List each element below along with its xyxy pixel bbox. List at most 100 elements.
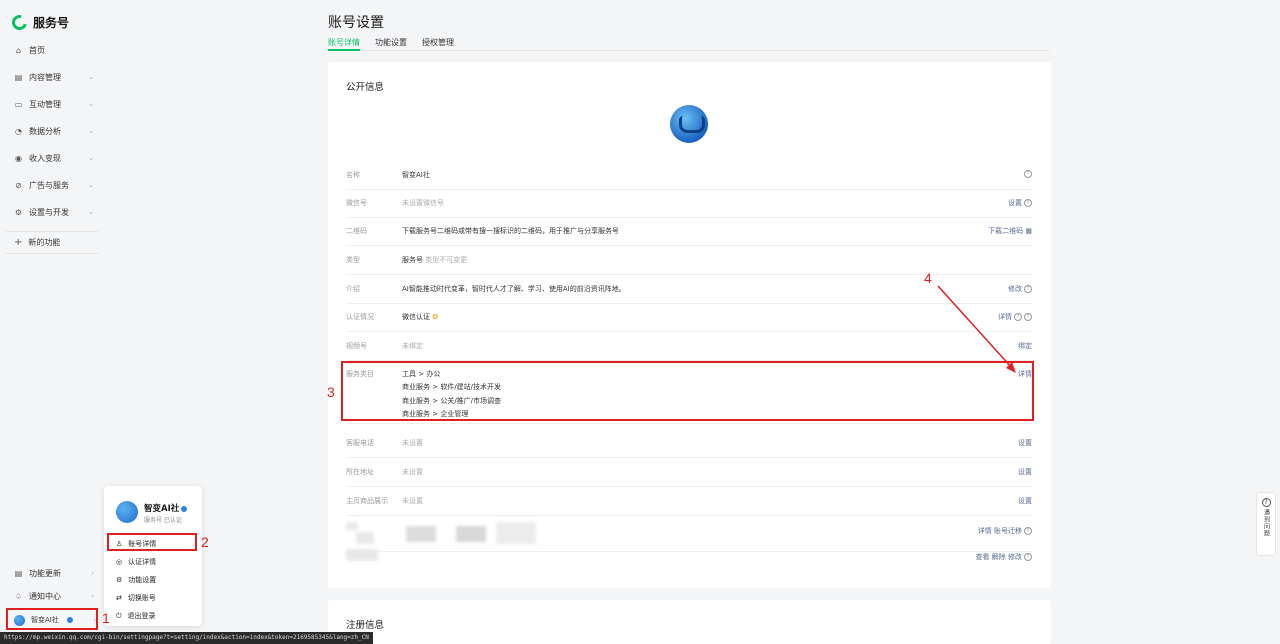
row-value: 微信认证 ✪	[402, 312, 438, 322]
annotation-2: 2	[201, 534, 209, 550]
row-name: 名称 智变AI社 ?	[346, 170, 1032, 190]
menu-item-label: 切换账号	[127, 594, 156, 602]
sidebar-item-label: 内容管理	[29, 72, 61, 82]
annotation-3: 3	[327, 384, 335, 400]
row-label: 主页商品展示	[346, 497, 388, 505]
sidebar-item-settings[interactable]: ⚙ 设置与开发 ⌄	[8, 202, 100, 222]
action-label: 详情 账号迁移	[977, 527, 1022, 535]
chat-icon: ▭	[14, 99, 23, 109]
row-label: 名称	[346, 171, 360, 179]
verify-details-link[interactable]: 详情??	[998, 312, 1032, 322]
sidebar-item-income[interactable]: ◉ 收入变现 ⌄	[8, 148, 100, 168]
brand[interactable]: 服务号	[9, 11, 69, 33]
redacted-block	[346, 549, 378, 561]
type-value: 服务号	[402, 256, 423, 264]
help-icon[interactable]: ?	[1024, 527, 1032, 535]
row-value: 未设置微信号	[402, 199, 444, 207]
highlight-box-1	[6, 608, 98, 630]
set-phone-link[interactable]: 设置	[1018, 438, 1032, 448]
row-label: 类型	[346, 256, 360, 264]
action-label: 下载二维码	[988, 227, 1024, 235]
popup-account-name-row: 智变AI社	[144, 502, 188, 514]
row-channel: 视频号 未绑定 绑定	[346, 341, 1032, 361]
help-float-button[interactable]: ? 遇到问题	[1256, 492, 1276, 556]
check-circle-icon: ◎	[116, 558, 123, 566]
menu-item-verify-details[interactable]: ◎ 认证详情	[112, 554, 198, 570]
verified-icon	[181, 505, 188, 512]
sidebar-item-content[interactable]: ▤ 内容管理 ⌄	[8, 67, 100, 87]
sidebar-item-updates[interactable]: ▤ 功能更新 ›	[8, 563, 100, 583]
new-function-label: 新的功能	[28, 238, 61, 247]
sidebar-item-analytics[interactable]: ◔ 数据分析 ⌄	[8, 121, 100, 141]
section-title: 注册信息	[346, 620, 385, 631]
chevron-down-icon: ⌄	[88, 73, 94, 81]
menu-item-function-settings[interactable]: ⚙ 功能设置	[112, 572, 198, 588]
help-icon[interactable]: ?	[1024, 313, 1032, 321]
sidebar-item-interaction[interactable]: ▭ 互动管理 ⌄	[8, 94, 100, 114]
switch-icon: ⇄	[116, 594, 122, 602]
edit-intro-link[interactable]: 修改?	[1008, 284, 1032, 294]
help-icon[interactable]: ?	[1024, 285, 1032, 293]
chevron-down-icon: ⌄	[88, 181, 94, 189]
row-value: 未设置	[402, 468, 423, 476]
tab-authorization[interactable]: 授权管理	[422, 37, 454, 48]
power-icon: ⏻	[116, 611, 122, 620]
menu-item-label: 功能设置	[128, 576, 157, 584]
tab-function-settings[interactable]: 功能设置	[375, 37, 407, 48]
chevron-down-icon: ⌄	[88, 208, 94, 216]
row-value: 未设置	[402, 439, 423, 447]
row-label: 二维码	[346, 227, 367, 235]
annotation-4: 4	[924, 270, 932, 286]
public-info-card: 公开信息 名称 智变AI社 ? 微信号 未设置微信号 设置? 二维码 下载服务号…	[328, 62, 1051, 588]
new-function-button[interactable]: + 新的功能	[6, 231, 98, 254]
migrate-link[interactable]: 详情 账号迁移?	[978, 526, 1032, 536]
chevron-down-icon: ⌄	[88, 154, 94, 162]
money-icon: ◉	[15, 153, 22, 163]
set-home-show-link[interactable]: 设置	[1018, 496, 1032, 506]
sidebar-item-notifications[interactable]: ♤ 通知中心 ›	[8, 586, 100, 606]
sidebar-item-label: 互动管理	[29, 99, 61, 109]
sidebar-item-home[interactable]: ⌂ 首页	[8, 40, 100, 60]
tab-account-details[interactable]: 账号详情	[328, 37, 360, 51]
row-location: 所在地址 未设置 设置	[346, 467, 1032, 487]
action-label: 修改	[1008, 285, 1022, 293]
help-icon[interactable]: ?	[1014, 313, 1022, 321]
menu-item-logout[interactable]: ⏻ 退出登录	[112, 608, 198, 624]
qrcode-icon: ▦	[1025, 227, 1032, 235]
tab-bar: 账号详情 功能设置 授权管理	[328, 37, 1050, 51]
sidebar-item-ads[interactable]: ⊘ 广告与服务 ⌄	[8, 175, 100, 195]
redacted-block	[356, 532, 374, 544]
avatar	[670, 105, 708, 143]
verified-badge-icon: ✪	[432, 313, 439, 321]
unbind-link[interactable]: 查看 解除 修改?	[976, 552, 1032, 562]
sidebar-item-label: 设置与开发	[29, 207, 69, 217]
redacted-block	[346, 522, 358, 530]
row-label: 认证情况	[346, 313, 374, 321]
type-note: 类型不可变更	[425, 256, 468, 264]
row-label: 视频号	[346, 342, 367, 350]
sidebar-item-label: 首页	[29, 45, 45, 55]
chevron-down-icon: ⌄	[88, 100, 94, 108]
row-value: 服务号 类型不可变更	[402, 255, 467, 265]
sidebar-item-label: 收入变现	[29, 153, 61, 163]
row-phone: 客服电话 未设置 设置	[346, 438, 1032, 458]
highlight-box-3	[341, 361, 1034, 421]
sidebar-item-label: 通知中心	[29, 591, 61, 601]
gear-icon: ⚙	[116, 576, 123, 584]
help-icon[interactable]: ?	[1022, 170, 1032, 178]
wechat-service-logo-icon	[9, 11, 30, 33]
sidebar: 服务号 ⌂ 首页 ▤ 内容管理 ⌄ ▭ 互动管理 ⌄ ◔ 数据分析 ⌄ ◉ 收入…	[0, 0, 108, 644]
action-label: 设置	[1008, 199, 1022, 207]
row-value: 未绑定	[402, 342, 423, 350]
bind-channel-link[interactable]: 绑定	[1018, 341, 1032, 351]
action-label: 详情	[998, 313, 1012, 321]
menu-item-switch-account[interactable]: ⇄ 切换账号	[112, 590, 198, 606]
help-icon[interactable]: ?	[1024, 553, 1032, 561]
row-value: AI智能推动时代变革，智时代人才了解、学习、使用AI的前沿资讯阵地。	[402, 285, 626, 293]
set-location-link[interactable]: 设置	[1018, 467, 1032, 477]
section-title: 公开信息	[346, 82, 385, 93]
browser-status-url: https://mp.weixin.qq.com/cgi-bin/setting…	[0, 632, 373, 644]
help-icon[interactable]: ?	[1024, 199, 1032, 207]
set-wechat-id-link[interactable]: 设置?	[1008, 198, 1032, 208]
download-qrcode-link[interactable]: 下载二维码 ▦	[988, 226, 1032, 236]
